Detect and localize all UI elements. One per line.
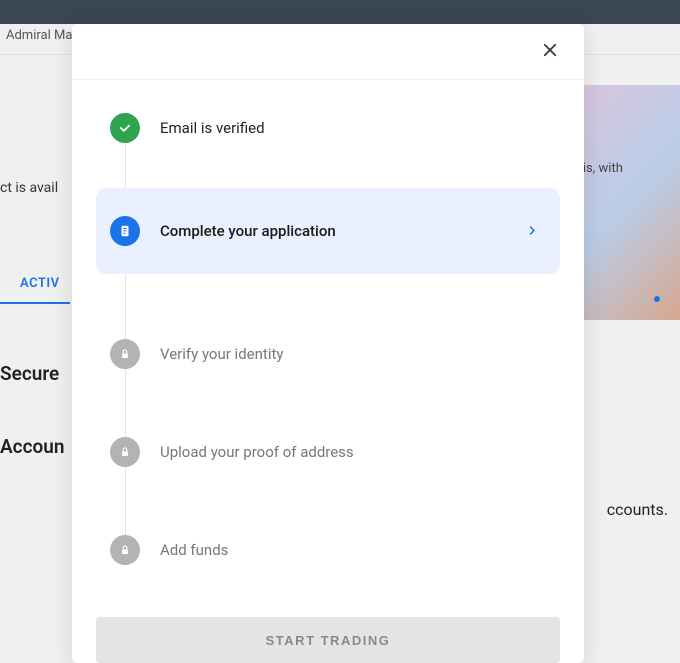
modal-header — [72, 24, 584, 80]
start-trading-button[interactable]: START TRADING — [96, 617, 560, 663]
step-email-verified: Email is verified — [96, 98, 560, 158]
lock-icon — [110, 437, 140, 467]
bg-message: ccounts. — [607, 500, 668, 519]
chevron-right-icon — [526, 222, 538, 241]
steps-list: Email is verified Complete your applicat… — [96, 98, 560, 580]
modal-footer: START TRADING — [72, 597, 584, 663]
brand-title: Admiral Mar — [6, 28, 77, 43]
bg-text-fragment: ct is avail — [0, 180, 58, 196]
lock-icon — [110, 339, 140, 369]
step-proof-of-address: Upload your proof of address — [96, 422, 560, 482]
tab-active[interactable]: ACTIV — [20, 276, 60, 299]
step-label: Email is verified — [160, 119, 265, 137]
modal-body: Email is verified Complete your applicat… — [72, 80, 584, 597]
bg-heading: Secure — [0, 362, 59, 385]
tab-underline — [0, 302, 70, 304]
step-label: Verify your identity — [160, 345, 283, 363]
step-label: Upload your proof of address — [160, 443, 354, 461]
promo-image — [580, 85, 680, 320]
close-button[interactable] — [538, 40, 562, 64]
step-add-funds: Add funds — [96, 520, 560, 580]
carousel-dots[interactable] — [642, 296, 660, 302]
step-verify-identity: Verify your identity — [96, 324, 560, 384]
carousel-dot[interactable] — [642, 296, 648, 302]
onboarding-modal: Email is verified Complete your applicat… — [72, 24, 584, 663]
top-bar — [0, 0, 680, 24]
document-icon — [110, 216, 140, 246]
lock-icon — [110, 535, 140, 565]
step-label: Add funds — [160, 541, 228, 559]
bg-side-text: ysis, with — [570, 160, 670, 178]
step-complete-application[interactable]: Complete your application — [96, 188, 560, 274]
close-icon — [541, 41, 559, 62]
bg-heading: Accoun — [0, 435, 64, 458]
step-label: Complete your application — [160, 222, 336, 240]
check-circle-icon — [110, 113, 140, 143]
carousel-dot-active[interactable] — [654, 296, 660, 302]
